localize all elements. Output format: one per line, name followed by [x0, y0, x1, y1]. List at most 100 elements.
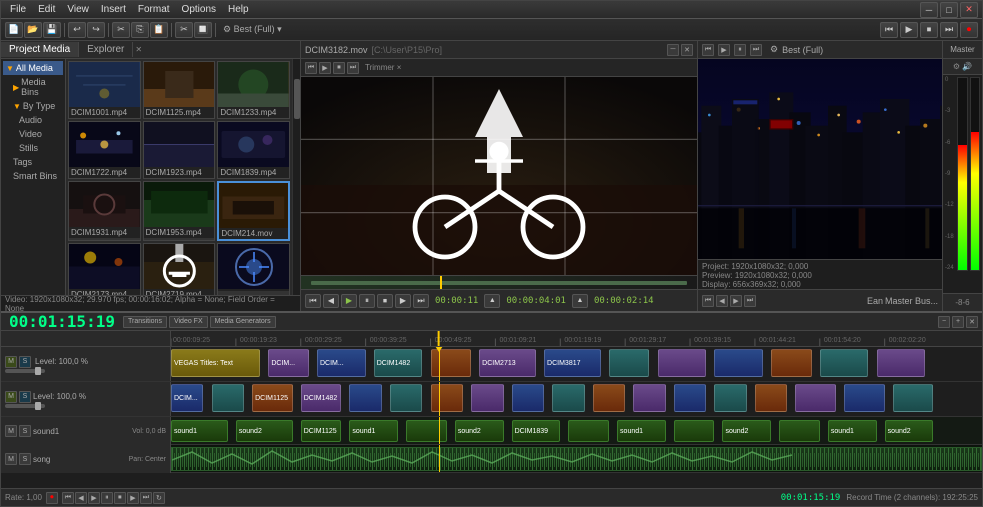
audio-clip-a1-3[interactable]: DCIM1125 [301, 420, 342, 442]
ctrl-stop[interactable]: ⏹ [377, 294, 393, 308]
quality-selector[interactable]: ⚙ Best (Full) ▾ [223, 24, 282, 35]
tab-project-media[interactable]: Project Media [1, 42, 79, 57]
audio-clip-a1-9[interactable]: sound1 [617, 420, 666, 442]
tree-item-tags[interactable]: Tags [3, 155, 63, 169]
output-ctrl-2[interactable]: ◀ [716, 295, 728, 307]
clip-v2-1[interactable]: DCIM... [171, 384, 203, 412]
copy-button[interactable]: ⎘ [131, 22, 149, 38]
bottom-next[interactable]: ▶ [127, 492, 139, 504]
track-content-v1[interactable]: VEGAS Titles: Text DCIM... DCIM... DCIM1… [171, 347, 982, 381]
scrollbar-thumb[interactable] [294, 79, 300, 119]
ctrl-prev-frame[interactable]: ◀ [323, 294, 339, 308]
bottom-pause[interactable]: ⏸ [101, 492, 113, 504]
audio-clip-a1-5[interactable] [406, 420, 447, 442]
paste-button[interactable]: 📋 [150, 22, 168, 38]
bottom-prev[interactable]: ◀ [75, 492, 87, 504]
preview-close-btn[interactable]: ✕ [681, 44, 693, 56]
trimmer-btn-1[interactable]: ⏮ [305, 62, 317, 74]
clip-v1-13[interactable] [877, 349, 926, 377]
tree-item-stills[interactable]: Stills [3, 141, 63, 155]
track-mute-v2[interactable]: M [5, 391, 17, 403]
media-grid[interactable]: DCIM1001.mp4 DCIM1125.mp4 [66, 59, 292, 295]
ctrl-next-frame[interactable]: ▶ [395, 294, 411, 308]
media-thumb-7[interactable]: DCIM1931.mp4 [68, 181, 141, 241]
media-thumb-1[interactable]: DCIM1001.mp4 [68, 61, 141, 119]
open-button[interactable]: 📂 [24, 22, 42, 38]
audio-clip-a1-14[interactable]: sound2 [885, 420, 934, 442]
timeline-ruler[interactable]: 00:00:09:25 00:00:19:23 00:00:29:25 00:0… [171, 331, 982, 346]
clip-v2-13[interactable] [674, 384, 706, 412]
clip-v1-5[interactable] [431, 349, 472, 377]
cut-button[interactable]: ✂ [112, 22, 130, 38]
close-button[interactable]: ✕ [960, 2, 978, 18]
clip-v2-17[interactable] [844, 384, 885, 412]
audio-clip-a1-4[interactable]: sound1 [349, 420, 398, 442]
track-solo-a2[interactable]: S [19, 453, 31, 465]
menu-file[interactable]: File [5, 3, 31, 16]
media-gen-tab[interactable]: Media Generators [210, 316, 276, 328]
menu-insert[interactable]: Insert [96, 3, 131, 16]
trimmer-btn-3[interactable]: ⏹ [333, 62, 345, 74]
clip-v2-11[interactable] [593, 384, 625, 412]
track-vol-v2[interactable] [5, 404, 45, 408]
audio-clip-a1-6[interactable]: sound2 [455, 420, 504, 442]
media-thumb-2[interactable]: DCIM1125.mp4 [143, 61, 216, 119]
media-thumb-11[interactable]: DCIM2719.mp4 [143, 243, 216, 295]
video-fx-tab[interactable]: Video FX [169, 316, 208, 328]
track-mute-a1[interactable]: M [5, 425, 17, 437]
record-button[interactable]: ⏺ [960, 22, 978, 38]
track-solo-v1[interactable]: S [19, 356, 31, 368]
output-header-btn-1[interactable]: ⏮ [702, 44, 714, 56]
split-button[interactable]: ✂ [175, 22, 193, 38]
tl-zoom-in[interactable]: + [952, 316, 964, 328]
clip-v1-6[interactable]: DCIM2713 [479, 349, 536, 377]
output-header-btn-4[interactable]: ⏭ [750, 44, 762, 56]
clip-v1-3[interactable]: DCIM... [317, 349, 366, 377]
tree-item-all-media[interactable]: ▼ All Media [3, 61, 63, 75]
clip-v1-9[interactable] [658, 349, 707, 377]
clip-vegas-text[interactable]: VEGAS Titles: Text [171, 349, 260, 377]
trimmer-btn-2[interactable]: ▶ [319, 62, 331, 74]
clip-v1-10[interactable] [714, 349, 763, 377]
menu-help[interactable]: Help [223, 3, 254, 16]
clip-v2-14[interactable] [714, 384, 746, 412]
output-header-btn-2[interactable]: ▶ [718, 44, 730, 56]
song-waveform-clip[interactable] [171, 447, 982, 471]
panel-close-button[interactable]: ✕ [133, 45, 144, 54]
clip-v1-4[interactable]: DCIM1482 [374, 349, 423, 377]
preview-minimize-btn[interactable]: ─ [667, 44, 679, 56]
save-button[interactable]: 💾 [43, 22, 61, 38]
clip-v2-15[interactable] [755, 384, 787, 412]
tl-close[interactable]: ✕ [966, 316, 978, 328]
track-content-v2[interactable]: DCIM... DCIM1125 DCIM1482 [171, 382, 982, 416]
clip-v2-10[interactable] [552, 384, 584, 412]
track-content-song[interactable] [171, 445, 982, 472]
clip-v2-12[interactable] [633, 384, 665, 412]
ctrl-pause[interactable]: ⏸ [359, 294, 375, 308]
snap-button[interactable]: 🔲 [194, 22, 212, 38]
audio-clip-a1-12[interactable] [779, 420, 820, 442]
skip-back-button[interactable]: ⏮ [880, 22, 898, 38]
output-ctrl-4[interactable]: ⏭ [744, 295, 756, 307]
track-vol-v1[interactable] [5, 369, 45, 373]
track-mute-v1[interactable]: M [5, 356, 17, 368]
minimize-button[interactable]: ─ [920, 2, 938, 18]
audio-clip-a1-7[interactable]: DCIM1839 [512, 420, 561, 442]
tree-item-media-bins[interactable]: ▶ Media Bins [3, 75, 63, 99]
maximize-button[interactable]: □ [940, 2, 958, 18]
bottom-record-btn[interactable]: ⏺ [46, 492, 58, 504]
preview-scrubber[interactable] [301, 275, 697, 289]
clip-v1-8[interactable] [609, 349, 650, 377]
audio-clip-a1-1[interactable]: sound1 [171, 420, 228, 442]
track-content-a1[interactable]: sound1 sound2 DCIM1125 sound1 sound2 DCI… [171, 417, 982, 444]
bottom-loop[interactable]: ↻ [153, 492, 165, 504]
ctrl-mark-in[interactable]: ▲ [484, 294, 500, 308]
track-solo-v2[interactable]: S [19, 391, 31, 403]
clip-v2-2[interactable] [212, 384, 244, 412]
clip-v2-18[interactable] [893, 384, 934, 412]
redo-button[interactable]: ↪ [87, 22, 105, 38]
new-button[interactable]: 📄 [5, 22, 23, 38]
audio-clip-a1-2[interactable]: sound2 [236, 420, 293, 442]
tree-item-audio[interactable]: Audio [3, 113, 63, 127]
bottom-stop[interactable]: ⏹ [114, 492, 126, 504]
